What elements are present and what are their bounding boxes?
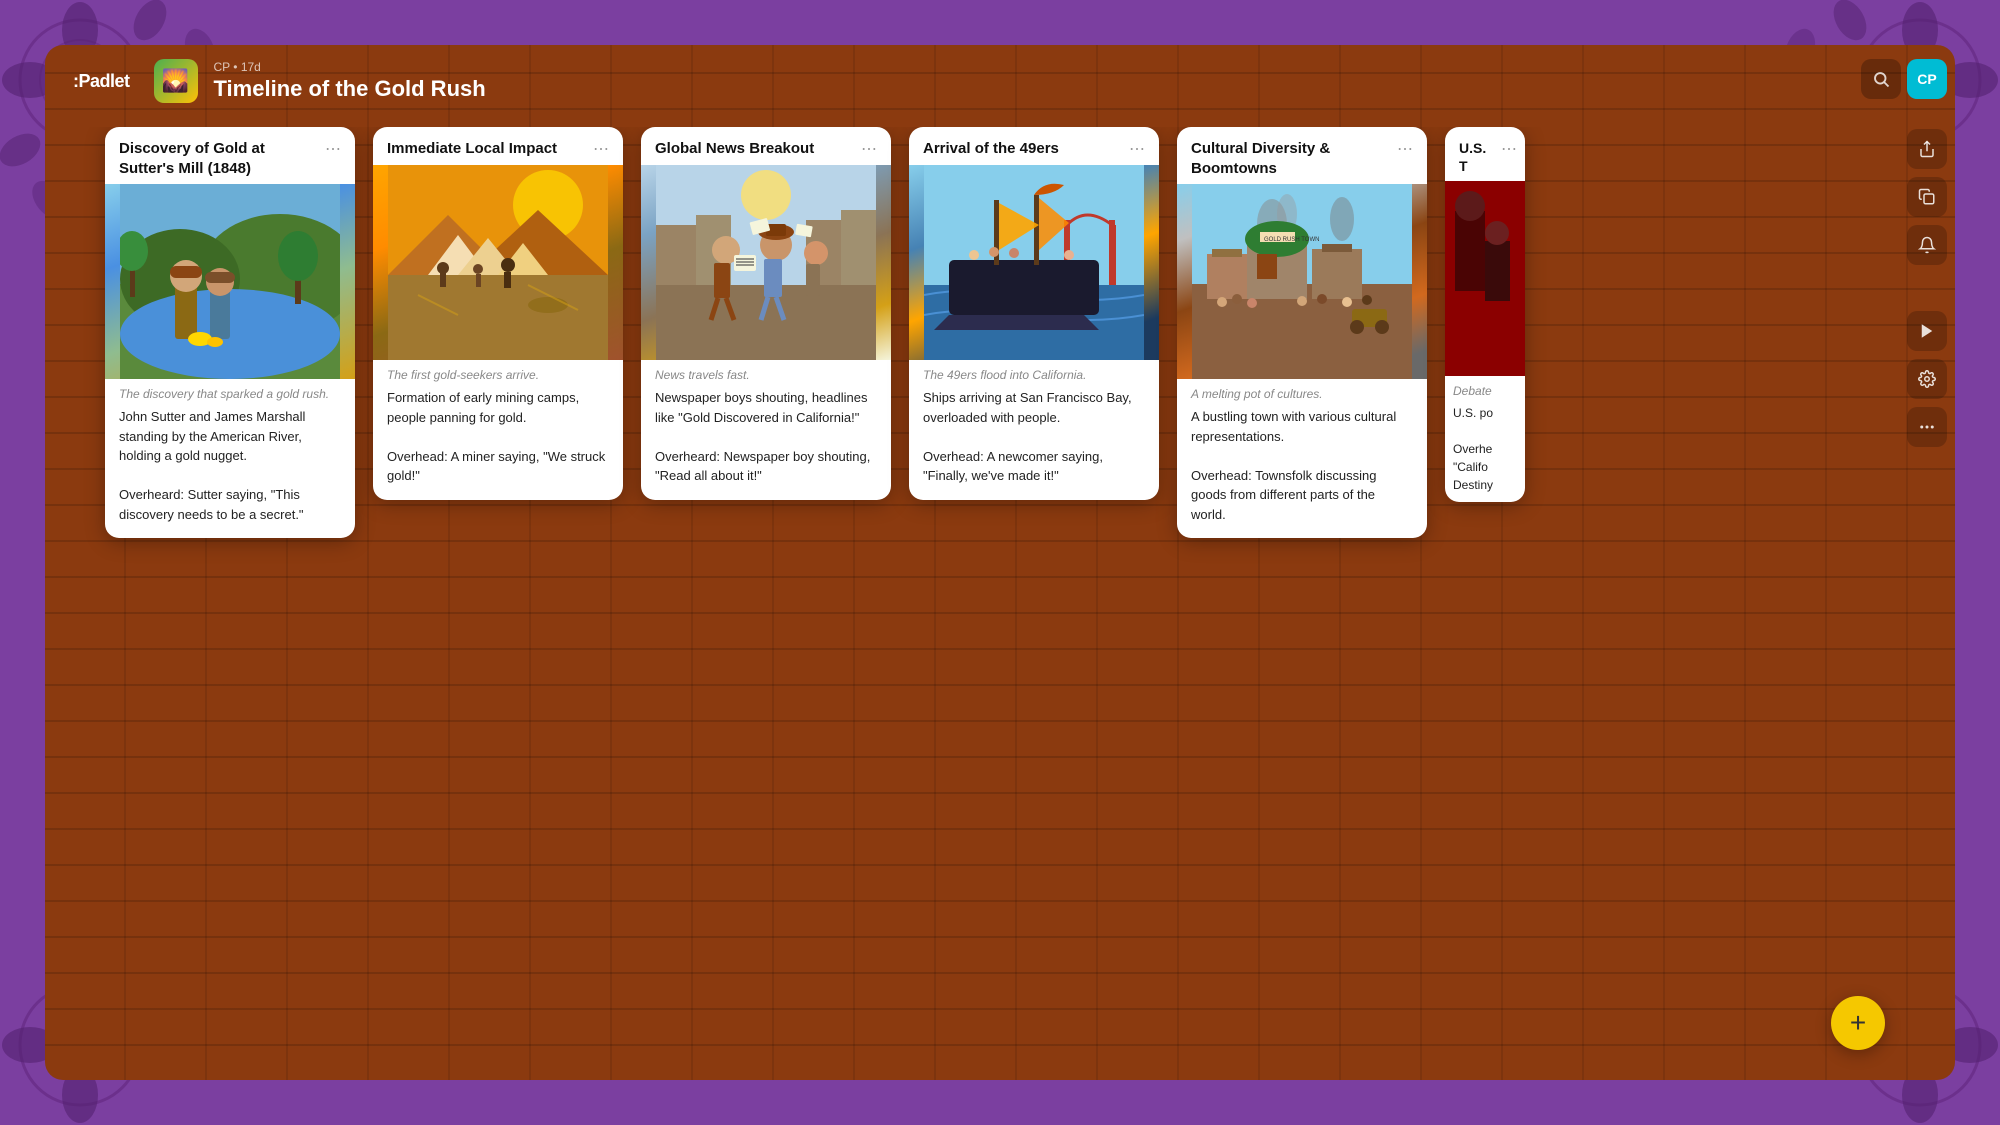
- card-6-body: Debate U.S. poOverhe"CalifoDestiny: [1445, 376, 1525, 502]
- card-1-title: Discovery of Gold at Sutter's Mill (1848…: [119, 139, 319, 178]
- card-5-menu-button[interactable]: ⋯: [1391, 139, 1413, 159]
- notifications-button[interactable]: [1907, 225, 1947, 265]
- card-2-subtitle: The first gold-seekers arrive.: [387, 368, 609, 382]
- card-4-header: Arrival of the 49ers ⋯: [909, 127, 1159, 165]
- card-2-title: Immediate Local Impact: [387, 139, 587, 159]
- right-toolbar: CP: [1899, 45, 1955, 1080]
- card-3-body: News travels fast. Newspaper boys shouti…: [641, 360, 891, 500]
- card-2-image: [373, 165, 623, 360]
- card-1-body: The discovery that sparked a gold rush. …: [105, 379, 355, 538]
- board-icon: 🌄: [154, 59, 198, 103]
- card-5-image: GOLD RUSH TOWN: [1177, 184, 1427, 379]
- duplicate-button[interactable]: [1907, 177, 1947, 217]
- cards-container[interactable]: Discovery of Gold at Sutter's Mill (1848…: [45, 127, 1955, 1062]
- svg-text:GOLD RUSH TOWN: GOLD RUSH TOWN: [1264, 237, 1319, 243]
- card-1-menu-button[interactable]: ⋯: [319, 139, 341, 159]
- card-4-menu-button[interactable]: ⋯: [1123, 139, 1145, 159]
- card-4-text: Ships arriving at San Francisco Bay, ove…: [923, 388, 1145, 486]
- settings-button[interactable]: [1907, 359, 1947, 399]
- padlet-logo[interactable]: :Padlet: [65, 67, 138, 96]
- user-avatar-button[interactable]: CP: [1907, 59, 1947, 99]
- card-5-header: Cultural Diversity & Boomtowns ⋯: [1177, 127, 1427, 184]
- card-3-header: Global News Breakout ⋯: [641, 127, 891, 165]
- card-6-image: [1445, 181, 1525, 376]
- card-3-image: [641, 165, 891, 360]
- card-6-title: U.S. T: [1459, 139, 1495, 175]
- card-4-subtitle: The 49ers flood into California.: [923, 368, 1145, 382]
- card-2-body: The first gold-seekers arrive. Formation…: [373, 360, 623, 500]
- board-info: CP • 17d Timeline of the Gold Rush: [214, 60, 486, 102]
- card-discovery-gold: Discovery of Gold at Sutter's Mill (1848…: [105, 127, 355, 538]
- card-1-subtitle: The discovery that sparked a gold rush.: [119, 387, 341, 401]
- main-content-area: :Padlet 🌄 CP • 17d Timeline of the Gold …: [45, 45, 1955, 1080]
- card-3-subtitle: News travels fast.: [655, 368, 877, 382]
- add-card-button[interactable]: +: [1831, 996, 1885, 1050]
- card-6-menu-button[interactable]: ⋯: [1495, 139, 1517, 159]
- card-us-territory: U.S. T ⋯ Debate U.S. poOverhe"CalifoDest…: [1445, 127, 1525, 502]
- card-5-title: Cultural Diversity & Boomtowns: [1191, 139, 1391, 178]
- card-4-image: [909, 165, 1159, 360]
- board-meta: CP • 17d: [214, 60, 486, 74]
- card-1-text: John Sutter and James Marshall standing …: [119, 407, 341, 524]
- card-boomtowns: Cultural Diversity & Boomtowns ⋯: [1177, 127, 1427, 538]
- card-2-text: Formation of early mining camps, people …: [387, 388, 609, 486]
- card-global-news: Global News Breakout ⋯: [641, 127, 891, 500]
- card-4-body: The 49ers flood into California. Ships a…: [909, 360, 1159, 500]
- card-2-menu-button[interactable]: ⋯: [587, 139, 609, 159]
- play-button[interactable]: [1907, 311, 1947, 351]
- card-6-header: U.S. T ⋯: [1445, 127, 1525, 181]
- more-options-button[interactable]: [1907, 407, 1947, 447]
- card-1-header: Discovery of Gold at Sutter's Mill (1848…: [105, 127, 355, 184]
- share-button[interactable]: [1907, 129, 1947, 169]
- card-6-text: U.S. poOverhe"CalifoDestiny: [1453, 404, 1517, 494]
- card-49ers: Arrival of the 49ers ⋯: [909, 127, 1159, 500]
- search-button[interactable]: [1861, 59, 1901, 99]
- card-5-text: A bustling town with various cultural re…: [1191, 407, 1413, 524]
- card-6-subtitle: Debate: [1453, 384, 1517, 398]
- card-3-menu-button[interactable]: ⋯: [855, 139, 877, 159]
- card-4-title: Arrival of the 49ers: [923, 139, 1123, 159]
- card-local-impact: Immediate Local Impact ⋯: [373, 127, 623, 500]
- card-2-header: Immediate Local Impact ⋯: [373, 127, 623, 165]
- card-5-body: A melting pot of cultures. A bustling to…: [1177, 379, 1427, 538]
- board-title: Timeline of the Gold Rush: [214, 76, 486, 102]
- header: :Padlet 🌄 CP • 17d Timeline of the Gold …: [45, 45, 1955, 117]
- card-3-text: Newspaper boys shouting, headlines like …: [655, 388, 877, 486]
- card-5-subtitle: A melting pot of cultures.: [1191, 387, 1413, 401]
- card-1-image: [105, 184, 355, 379]
- card-3-title: Global News Breakout: [655, 139, 855, 159]
